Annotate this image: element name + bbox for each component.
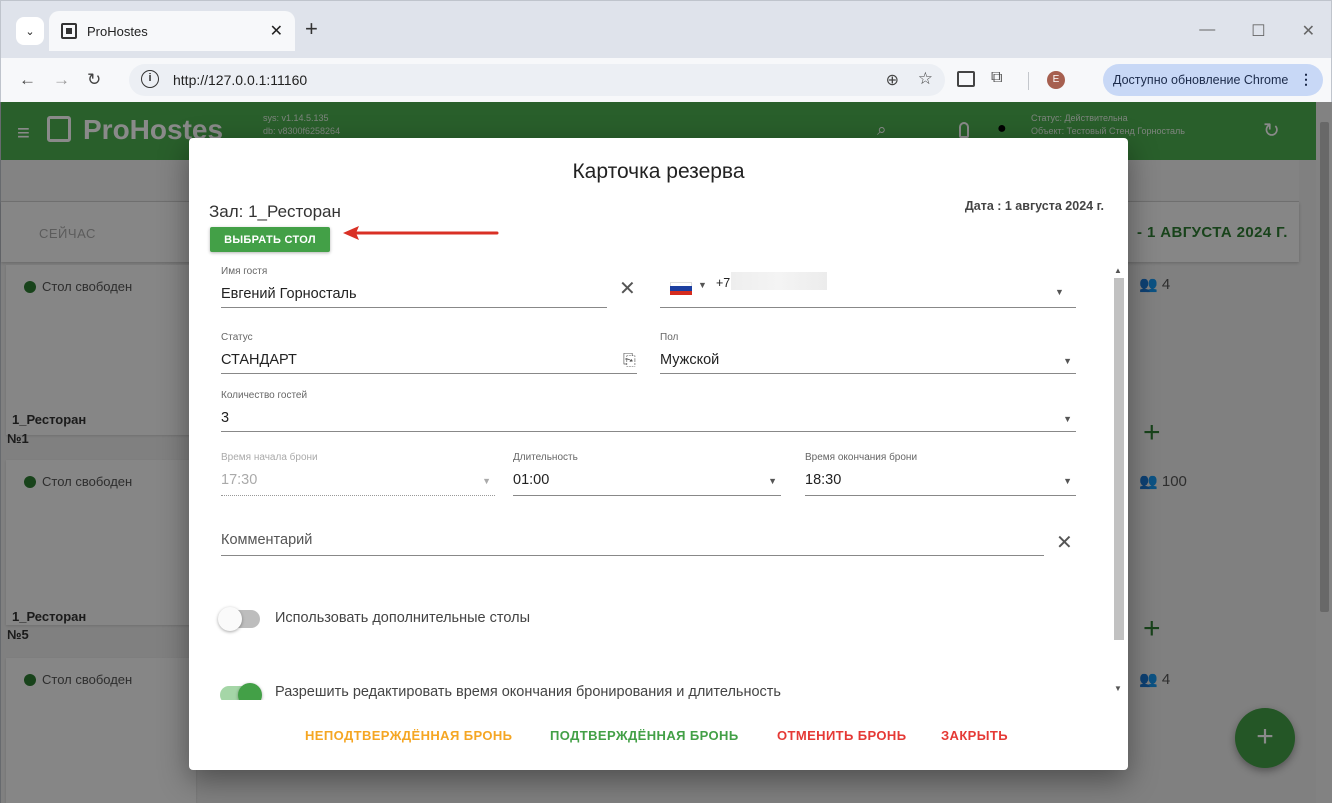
toggle-knob: [238, 683, 262, 700]
address-bar[interactable]: i http://127.0.0.1:11160 ⊕ ☆: [129, 64, 945, 96]
field-underline: [221, 431, 1076, 432]
zoom-icon[interactable]: ⊕: [886, 70, 899, 90]
end-time-select[interactable]: Время окончания брони 18:30 ▼: [805, 452, 1076, 496]
guest-name-label: Имя гостя: [221, 266, 268, 277]
url-text[interactable]: http://127.0.0.1:11160: [173, 72, 307, 88]
phone-number-redacted[interactable]: [731, 272, 827, 290]
cancel-booking-button[interactable]: ОТМЕНИТЬ БРОНЬ: [777, 728, 906, 743]
field-underline: [513, 495, 781, 496]
maximize-icon[interactable]: ☐: [1251, 21, 1265, 41]
scroll-up-icon[interactable]: ▲: [1114, 266, 1122, 275]
browser-tab[interactable]: ProHostes ✕: [49, 11, 295, 51]
reservation-date: Дата : 1 августа 2024 г.: [964, 199, 1104, 213]
profile-avatar[interactable]: E: [1047, 71, 1065, 89]
gender-label: Пол: [660, 332, 679, 343]
scroll-down-icon[interactable]: ▼: [1114, 684, 1122, 693]
chevron-down-icon: ▼: [1063, 356, 1072, 366]
annotation-arrow-icon: [343, 226, 499, 240]
country-dropdown-icon[interactable]: ▼: [698, 280, 707, 290]
guest-name-value[interactable]: Евгений Горносталь: [221, 286, 357, 302]
field-underline: [221, 373, 637, 374]
phone-dropdown-icon[interactable]: ▼: [1055, 287, 1064, 297]
chevron-down-icon: ▼: [768, 476, 777, 486]
forward-icon[interactable]: →: [53, 70, 70, 90]
status-field[interactable]: Статус СТАНДАРТ: [221, 332, 637, 374]
chevron-down-icon: ▼: [1063, 414, 1072, 424]
browser-toolbar: ← → ↻ i http://127.0.0.1:11160 ⊕ ☆ ⧉ E Д…: [0, 58, 1332, 102]
allow-edit-label: Разрешить редактировать время окончания …: [275, 684, 781, 700]
toggle-knob: [218, 607, 242, 631]
comment-field[interactable]: Комментарий: [221, 522, 1044, 556]
choose-table-button[interactable]: ВЫБРАТЬ СТОЛ: [210, 227, 330, 252]
scrollbar-thumb[interactable]: [1114, 278, 1124, 640]
start-time-label: Время начала брони: [221, 452, 318, 463]
duration-label: Длительность: [513, 452, 578, 463]
duration-value: 01:00: [513, 472, 550, 488]
phone-prefix: +7: [716, 276, 731, 290]
duration-select[interactable]: Длительность 01:00 ▼: [513, 452, 781, 496]
extensions-icon[interactable]: ⧉: [991, 69, 1002, 87]
guest-count-value: 3: [221, 410, 230, 426]
back-icon[interactable]: ←: [19, 70, 36, 90]
guest-count-label: Количество гостей: [221, 390, 308, 401]
close-button[interactable]: ЗАКРЫТЬ: [941, 728, 1008, 743]
allow-edit-toggle[interactable]: [220, 683, 262, 700]
reservation-card-modal: Карточка резерва Зал: 1_Ресторан Дата : …: [189, 138, 1128, 770]
reload-icon[interactable]: ↻: [87, 70, 101, 90]
reservation-form: Имя гостя Евгений Горносталь ✕ ▼ +7 ▼ Ст…: [189, 260, 1128, 700]
comment-placeholder[interactable]: Комментарий: [221, 532, 312, 548]
gender-value: Мужской: [660, 352, 720, 368]
unconfirmed-booking-button[interactable]: НЕПОДТВЕРЖДЁННАЯ БРОНЬ: [305, 728, 512, 743]
new-tab-button[interactable]: +: [305, 18, 318, 40]
field-underline: [660, 373, 1076, 374]
update-label: Доступно обновление Chrome: [1113, 73, 1289, 87]
clear-comment-icon[interactable]: ✕: [1056, 530, 1073, 555]
field-underline: [805, 495, 1076, 496]
bookmark-star-icon[interactable]: ☆: [918, 69, 933, 89]
confirmed-booking-button[interactable]: ПОДТВЕРЖДЁННАЯ БРОНЬ: [550, 728, 739, 743]
browser-tab-strip: ⌄ ProHostes ✕ + — ☐ ✕: [0, 0, 1332, 58]
status-value: СТАНДАРТ: [221, 352, 297, 368]
extra-tables-toggle[interactable]: [218, 607, 260, 631]
toolbar-divider: [1028, 72, 1029, 90]
prohostes-favicon-icon: [61, 23, 77, 39]
end-time-label: Время окончания брони: [805, 452, 918, 463]
site-info-icon[interactable]: i: [141, 70, 159, 88]
menu-dots-icon[interactable]: ⋮: [1299, 71, 1313, 88]
clear-name-icon[interactable]: ✕: [619, 276, 636, 301]
screen-capture-icon[interactable]: [957, 71, 975, 87]
chrome-update-button[interactable]: Доступно обновление Chrome ⋮: [1103, 64, 1323, 96]
gender-select[interactable]: Пол Мужской ▼: [660, 332, 1076, 374]
hall-label: Зал: 1_Ресторан: [209, 202, 341, 221]
extra-tables-label: Использовать дополнительные столы: [275, 610, 530, 626]
field-underline: [221, 555, 1044, 556]
guest-name-field[interactable]: Имя гостя Евгений Горносталь: [221, 266, 607, 308]
end-time-value: 18:30: [805, 472, 842, 488]
minimize-icon[interactable]: —: [1199, 21, 1215, 41]
paperclip-icon[interactable]: ⎘: [623, 352, 636, 370]
start-time-value: 17:30: [221, 472, 258, 488]
close-window-icon[interactable]: ✕: [1302, 21, 1315, 41]
russia-flag-icon[interactable]: [670, 282, 692, 295]
close-tab-icon[interactable]: ✕: [270, 21, 283, 41]
status-label: Статус: [221, 332, 253, 343]
guest-count-select[interactable]: Количество гостей 3 ▼: [221, 390, 1076, 432]
chevron-down-icon: ▼: [482, 476, 491, 486]
field-underline: [660, 307, 1076, 308]
chevron-down-icon: ▼: [1063, 476, 1072, 486]
tab-title: ProHostes: [87, 23, 148, 39]
field-underline: [221, 495, 495, 496]
form-scrollbar[interactable]: ▲ ▼: [1111, 260, 1125, 700]
start-time-select[interactable]: Время начала брони 17:30 ▼: [221, 452, 495, 496]
field-underline: [221, 307, 607, 308]
tab-search-button[interactable]: ⌄: [16, 17, 44, 45]
modal-title: Карточка резерва: [572, 160, 745, 183]
